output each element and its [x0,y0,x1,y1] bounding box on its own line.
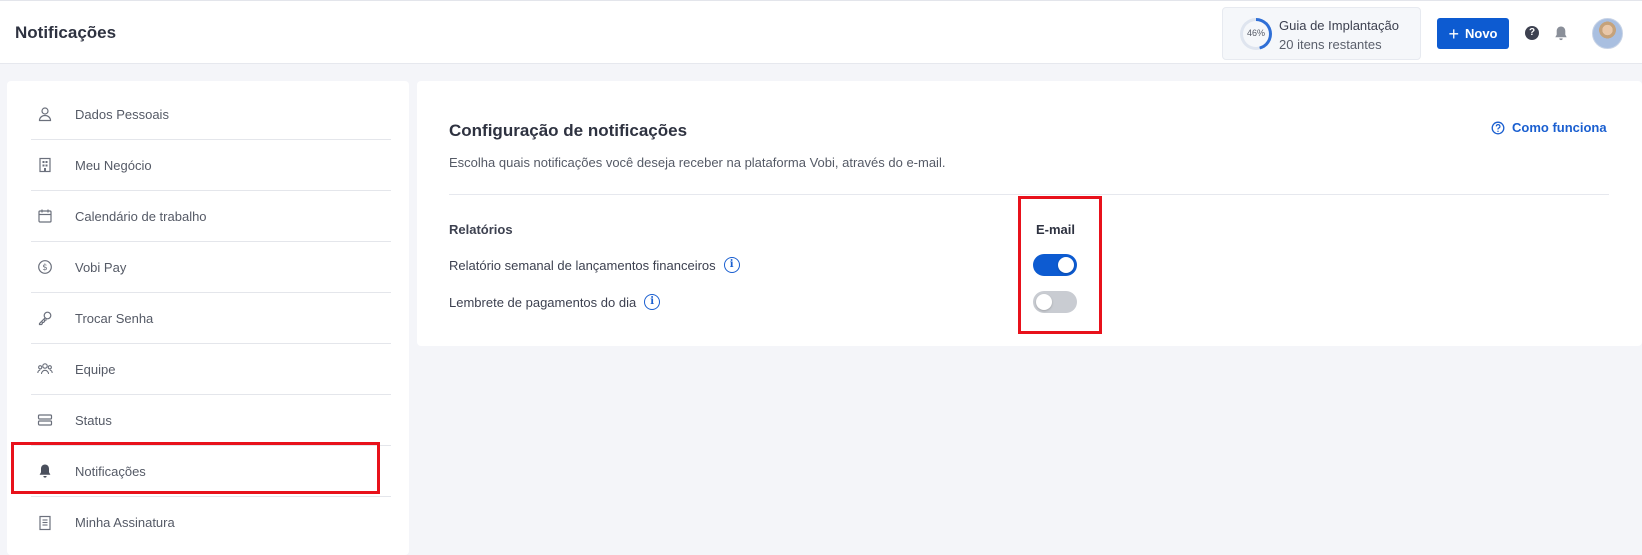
receipt-icon [37,515,53,531]
how-it-works-label: Como funciona [1512,120,1607,135]
bell-icon[interactable] [1553,25,1569,42]
sidebar-item-minha-assinatura[interactable]: Minha Assinatura [31,497,391,548]
sidebar-item-label: Calendário de trabalho [75,208,207,224]
avatar[interactable] [1592,18,1623,49]
sidebar-item-trocar-senha[interactable]: Trocar Senha [31,293,391,344]
bell-icon [37,463,53,479]
sidebar-item-label: Minha Assinatura [75,515,175,530]
guide-percent: 46% [1246,28,1265,38]
key-icon [37,310,53,326]
sidebar-item-label: Status [75,412,112,428]
calendar-icon [37,208,53,224]
info-icon[interactable]: i [723,257,740,273]
notification-settings-panel: Configuração de notificações Escolha qua… [417,81,1642,346]
sidebar-item-meu-negocio[interactable]: Meu Negócio [31,140,391,191]
divider [449,194,1609,195]
email-toggle-weekly-report[interactable] [1033,254,1077,276]
reports-label: Relatórios [449,222,513,237]
toggle-knob [1036,294,1052,310]
row-label: Lembrete de pagamentos do dia [449,294,637,310]
sidebar-item-notificacoes[interactable]: Notificações [31,446,391,497]
notification-row-payment-reminder: Lembrete de pagamentos do dia i [449,294,661,310]
sidebar-item-label: Notificações [75,463,146,479]
notification-row-weekly-report: Relatório semanal de lançamentos finance… [449,257,740,273]
plus-icon: + [1448,23,1459,44]
sidebar-item-label: Trocar Senha [75,310,154,326]
dollar-circle-icon: $ [37,259,53,275]
user-icon [37,106,53,122]
section-description: Escolha quais notificações você deseja r… [449,155,946,170]
sidebar-item-vobi-pay[interactable]: $ Vobi Pay [31,242,391,293]
how-it-works-link[interactable]: Como funciona [1491,120,1607,135]
section-title: Configuração de notificações [449,121,688,140]
top-header: Notificações 46% Guia de Implantação 20 … [0,0,1642,64]
sidebar-item-label: Equipe [75,361,116,377]
email-toggle-payment-reminder[interactable] [1033,291,1077,313]
toggle-knob [1058,257,1074,273]
info-icon[interactable]: i [644,294,661,310]
sidebar-item-calendario[interactable]: Calendário de trabalho [31,191,391,242]
row-label: Relatório semanal de lançamentos finance… [449,257,716,273]
sidebar-item-label: Vobi Pay [75,259,127,275]
sidebar-item-label: Meu Negócio [75,157,152,173]
help-icon[interactable]: ? [1525,26,1539,40]
building-icon [37,157,53,173]
team-icon [37,361,53,377]
implementation-guide-widget[interactable]: 46% Guia de Implantação 20 itens restant… [1222,7,1421,60]
sidebar-item-dados-pessoais[interactable]: Dados Pessoais [31,89,391,140]
settings-sidebar: Dados Pessoais Meu Negócio Calendário de… [7,81,409,555]
email-column-label: E-mail [1036,222,1076,237]
sidebar-item-status[interactable]: Status [31,395,391,446]
sidebar-item-equipe[interactable]: Equipe [31,344,391,395]
guide-subtitle: 20 itens restantes [1279,37,1382,52]
page-title: Notificações [15,23,117,42]
guide-title: Guia de Implantação [1279,18,1399,33]
status-icon [37,412,53,428]
new-button[interactable]: + Novo [1437,18,1509,49]
sidebar-item-label: Dados Pessoais [75,106,169,122]
svg-text:$: $ [42,263,47,273]
question-circle-icon [1491,121,1505,134]
new-button-label: Novo [1465,26,1498,41]
